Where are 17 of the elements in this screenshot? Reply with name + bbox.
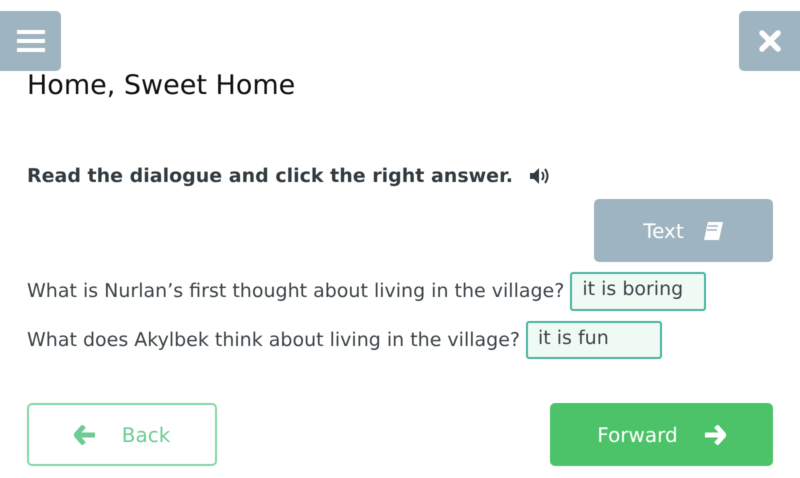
answer-box[interactable]: it is fun: [526, 320, 662, 359]
speaker-icon[interactable]: [528, 167, 551, 186]
menu-button[interactable]: [0, 11, 61, 71]
page-title: Home, Sweet Home: [27, 70, 296, 102]
close-icon: [758, 30, 780, 52]
menu-icon: [16, 29, 44, 53]
book-icon: [702, 220, 724, 240]
close-button[interactable]: [739, 11, 800, 71]
question-text: What is Nurlan’s first thought about living in the village?: [27, 279, 564, 304]
text-button[interactable]: Text: [594, 199, 773, 262]
arrow-right-icon: [704, 424, 726, 444]
instruction-text: Read the dialogue and click the right answer.: [27, 164, 513, 189]
back-button[interactable]: Back: [27, 403, 217, 466]
arrow-left-icon: [74, 424, 96, 444]
answer-box[interactable]: it is boring: [570, 272, 706, 310]
question-text: What does Akylbek think about living in the village?: [27, 328, 520, 352]
forward-button[interactable]: Forward: [550, 403, 773, 466]
